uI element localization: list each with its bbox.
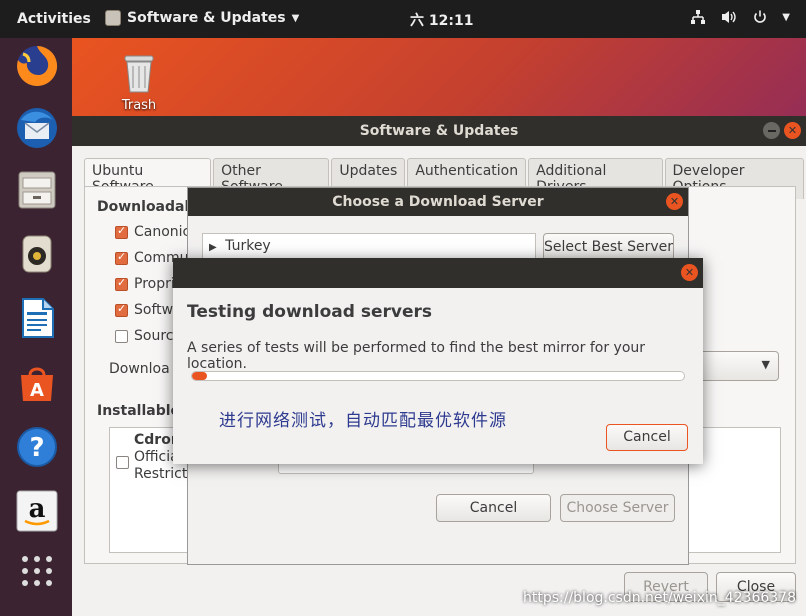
chevron-down-icon: ▼ [291,12,300,24]
thunderbird-icon [17,108,57,148]
download-from-label: Downloa [109,361,170,377]
window-titlebar[interactable]: Software & Updates ✕ [72,116,806,146]
dock-rhythmbox[interactable] [14,231,60,277]
dock-firefox[interactable] [14,43,60,89]
trash-icon [122,52,156,94]
progress-fill [192,372,207,380]
close-icon: ✕ [787,123,798,137]
cancel-test-button[interactable]: Cancel [606,424,688,451]
window-title: Software & Updates [359,123,519,139]
dialog-heading: Testing download servers [187,302,432,322]
dock-files[interactable] [14,167,60,213]
writer-icon [22,298,54,338]
chevron-down-icon: ▼ [782,11,790,23]
close-icon: ✕ [684,266,695,279]
close-icon: ✕ [669,194,680,208]
svg-text:?: ? [29,433,44,463]
cancel-server-button[interactable]: Cancel [436,494,551,522]
dock-software-center[interactable]: A [14,360,60,406]
rhythmbox-icon [22,235,52,273]
help-icon: ? [17,427,57,467]
checkbox[interactable] [115,224,128,239]
choose-server-button[interactable]: Choose Server [560,494,675,522]
dialog-titlebar[interactable]: Choose a Download Server ✕ [188,188,688,216]
dialog-titlebar[interactable]: ✕ [173,258,703,288]
software-updates-icon [105,10,121,26]
select-best-server-button[interactable]: Select Best Server [543,233,674,261]
dock-show-applications[interactable] [14,548,60,594]
checkbox-label: Propri [134,276,175,292]
cdrom-line3: Restrict [134,466,188,482]
expander-icon[interactable]: ▶ [209,242,217,253]
checkbox[interactable] [115,276,128,291]
progress-bar [191,371,685,381]
amazon-icon: a [16,490,58,532]
app-menu-label: Software & Updates [127,10,286,26]
source-main-checkbox[interactable]: Canonic [115,224,190,240]
chevron-down-icon: ▼ [761,358,770,371]
network-icon [691,10,706,24]
checkbox[interactable] [115,329,128,343]
svg-text:A: A [30,380,44,401]
close-window-button[interactable]: ✕ [784,122,801,139]
minimize-icon [767,129,776,132]
watermark: https://blog.csdn.net/weixin_42366378 [522,590,796,606]
source-multiverse-checkbox[interactable]: Softw [115,302,173,318]
checkbox-label: Canonic [134,224,191,240]
annotation-text: 进行网络测试，自动匹配最优软件源 [219,411,507,431]
show-apps-icon [22,556,52,586]
tree-item-label: Turkey [225,238,271,254]
svg-text:a: a [29,494,46,524]
checkbox[interactable] [115,250,128,265]
dock-writer[interactable] [14,295,60,341]
dock-thunderbird[interactable] [14,105,60,151]
trash-label: Trash [121,98,157,113]
dock-help[interactable]: ? [14,424,60,470]
volume-icon [722,11,736,23]
system-tray[interactable]: ▼ [690,9,790,25]
dialog-title: Choose a Download Server [332,194,544,210]
checkbox-label: Softw [134,302,174,318]
cdrom-checkbox[interactable] [116,456,129,469]
files-icon [18,171,56,209]
testing-servers-dialog: ✕ Testing download servers A series of t… [173,258,703,464]
top-panel: Activities Software & Updates ▼ 六 12:11 … [0,0,806,38]
app-menu[interactable]: Software & Updates ▼ [105,10,299,26]
close-dialog-button[interactable]: ✕ [681,264,698,281]
source-restricted-checkbox[interactable]: Propri [115,276,175,292]
clock[interactable]: 六 12:11 [410,10,473,30]
close-dialog-button[interactable]: ✕ [666,193,683,210]
trash-desktop-icon[interactable]: Trash [115,52,163,113]
power-icon [754,10,767,23]
software-center-icon: A [21,367,53,401]
dock-amazon[interactable]: a [14,488,60,534]
dock: A ? a [0,38,72,616]
activities-button[interactable]: Activities [17,11,91,27]
downloadable-heading: Downloadab [97,199,195,215]
installable-heading: Installable [97,403,181,419]
dialog-message: A series of tests will be performed to f… [187,340,646,372]
minimize-button[interactable] [763,122,780,139]
firefox-icon [17,45,58,86]
checkbox[interactable] [115,302,128,317]
